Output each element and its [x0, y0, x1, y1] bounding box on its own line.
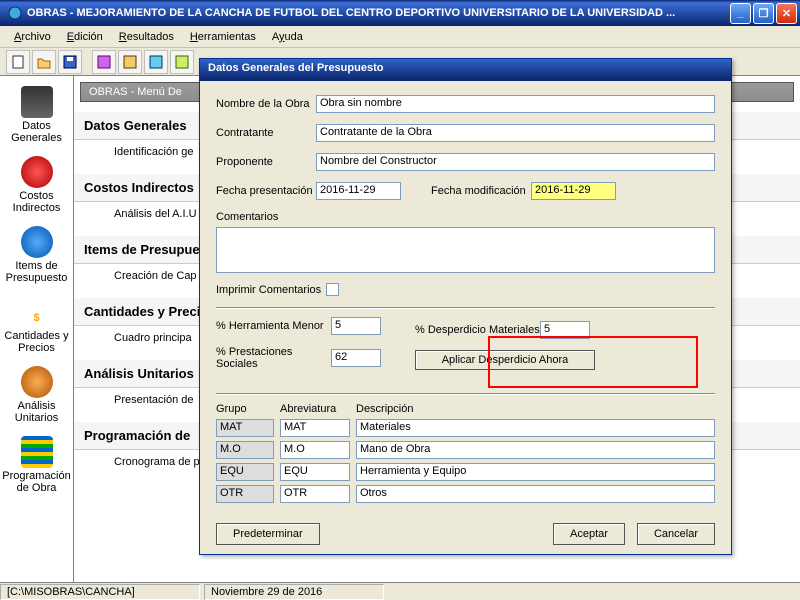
sidebar-item-label: Cantidades y Precios: [2, 330, 71, 354]
toolbar-btn-6[interactable]: [144, 50, 168, 74]
input-fecha-modificacion[interactable]: 2016-11-29: [531, 182, 616, 200]
label-fecha-modificacion: Fecha modificación: [431, 185, 531, 197]
col-grupo: Grupo: [216, 403, 274, 415]
toolbar-btn-4[interactable]: [92, 50, 116, 74]
input-contratante[interactable]: Contratante de la Obra: [316, 124, 715, 142]
sidebar-item-items-presupuesto[interactable]: Items de Presupuesto: [0, 222, 73, 292]
window-title: OBRAS - MEJORAMIENTO DE LA CANCHA DE FUT…: [27, 7, 730, 19]
group-desc[interactable]: Otros: [356, 485, 715, 503]
sidebar-item-cantidades-precios[interactable]: $ Cantidades y Precios: [0, 292, 73, 362]
button-aceptar[interactable]: Aceptar: [553, 523, 625, 545]
main-window: OBRAS - MEJORAMIENTO DE LA CANCHA DE FUT…: [0, 0, 800, 600]
sidebar-item-label: Análisis Unitarios: [2, 400, 71, 424]
app-icon: [7, 5, 23, 21]
maximize-button[interactable]: ❐: [753, 3, 774, 24]
col-abreviatura: Abreviatura: [280, 403, 350, 415]
highlight-annotation: [488, 336, 698, 388]
input-proponente[interactable]: Nombre del Constructor: [316, 153, 715, 171]
close-button[interactable]: ✕: [776, 3, 797, 24]
dialog-datos-generales: Datos Generales del Presupuesto Nombre d…: [199, 58, 732, 555]
sidebar-item-label: Datos Generales: [2, 120, 71, 144]
label-nombre-obra: Nombre de la Obra: [216, 98, 316, 110]
minimize-button[interactable]: _: [730, 3, 751, 24]
label-comentarios: Comentarios: [216, 211, 715, 223]
toolbar-open-button[interactable]: [32, 50, 56, 74]
sidebar-item-costos-indirectos[interactable]: Costos Indirectos: [0, 152, 73, 222]
toolbar-btn-5[interactable]: [118, 50, 142, 74]
input-comentarios[interactable]: [216, 227, 715, 273]
group-code: EQU: [216, 463, 274, 481]
titlebar: OBRAS - MEJORAMIENTO DE LA CANCHA DE FUT…: [0, 0, 800, 26]
group-desc[interactable]: Mano de Obra: [356, 441, 715, 459]
group-code: MAT: [216, 419, 274, 437]
dollar-icon: $: [33, 312, 39, 324]
status-date: Noviembre 29 de 2016: [204, 584, 384, 600]
menu-ayuda[interactable]: Ayuda: [264, 29, 311, 45]
sidebar-item-programacion-obra[interactable]: Programación de Obra: [0, 432, 73, 502]
group-desc[interactable]: Materiales: [356, 419, 715, 437]
statusbar: [C:\MISOBRAS\CANCHA] Noviembre 29 de 201…: [0, 582, 800, 600]
label-herr-menor: % Herramienta Menor: [216, 320, 331, 332]
group-abbrev[interactable]: MAT: [280, 419, 350, 437]
toolbar-btn-7[interactable]: [170, 50, 194, 74]
input-nombre-obra[interactable]: Obra sin nombre: [316, 95, 715, 113]
toolbar-save-button[interactable]: [58, 50, 82, 74]
sidebar: Datos Generales Costos Indirectos Items …: [0, 76, 74, 582]
group-code: OTR: [216, 485, 274, 503]
dialog-title: Datos Generales del Presupuesto: [200, 59, 731, 81]
button-predeterminar[interactable]: Predeterminar: [216, 523, 320, 545]
menubar: Archivo Edición Resultados Herramientas …: [0, 26, 800, 48]
sidebar-item-label: Costos Indirectos: [2, 190, 71, 214]
label-contratante: Contratante: [216, 127, 316, 139]
input-fecha-presentacion[interactable]: 2016-11-29: [316, 182, 401, 200]
col-descripcion: Descripción: [356, 403, 715, 415]
group-desc[interactable]: Herramienta y Equipo: [356, 463, 715, 481]
status-path: [C:\MISOBRAS\CANCHA]: [0, 584, 200, 600]
sidebar-item-analisis-unitarios[interactable]: Análisis Unitarios: [0, 362, 73, 432]
group-abbrev[interactable]: EQU: [280, 463, 350, 481]
sidebar-item-datos-generales[interactable]: Datos Generales: [0, 82, 73, 152]
menu-archivo[interactable]: Archivo: [6, 29, 59, 45]
label-proponente: Proponente: [216, 156, 316, 168]
toolbar-new-button[interactable]: [6, 50, 30, 74]
label-imprimir-comentarios: Imprimir Comentarios: [216, 284, 326, 296]
group-abbrev[interactable]: OTR: [280, 485, 350, 503]
label-fecha-presentacion: Fecha presentación: [216, 185, 316, 197]
input-herr-menor[interactable]: 5: [331, 317, 381, 335]
input-prest-sociales[interactable]: 62: [331, 349, 381, 367]
menu-herramientas[interactable]: Herramientas: [182, 29, 264, 45]
menu-edicion[interactable]: Edición: [59, 29, 111, 45]
sidebar-item-label: Items de Presupuesto: [2, 260, 71, 284]
button-cancelar[interactable]: Cancelar: [637, 523, 715, 545]
label-desperdicio-materiales: % Desperdicio Materiales: [415, 324, 540, 336]
label-prest-sociales: % Prestaciones Sociales: [216, 346, 331, 370]
sidebar-item-label: Programación de Obra: [2, 470, 71, 494]
groups-table: Grupo Abreviatura Descripción MAT MAT Mate…: [216, 403, 715, 503]
checkbox-imprimir-comentarios[interactable]: [326, 283, 339, 296]
menu-resultados[interactable]: Resultados: [111, 29, 182, 45]
group-abbrev[interactable]: M.O: [280, 441, 350, 459]
group-code: M.O: [216, 441, 274, 459]
